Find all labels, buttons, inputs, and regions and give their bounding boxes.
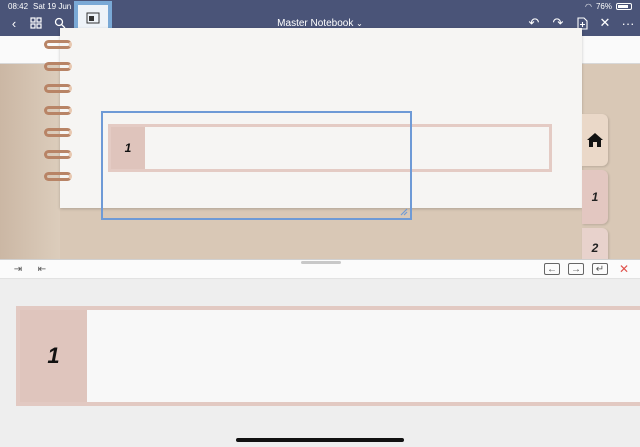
spiral-ring	[44, 106, 72, 115]
tab-1-label: 1	[591, 190, 599, 204]
zoom-window-frame[interactable]	[101, 111, 412, 220]
wifi-icon: ◠	[585, 2, 592, 11]
resize-handle-icon[interactable]	[398, 206, 408, 216]
status-date: Sat 19 Jun	[33, 2, 72, 11]
status-right: ◠ 76%	[585, 2, 632, 11]
tab-page-1[interactable]: 1	[582, 170, 608, 224]
back-chevron-icon[interactable]: ‹	[6, 15, 22, 31]
indent-decrease-icon[interactable]: ⇤	[34, 263, 50, 275]
zoom-row-number-label: 1	[20, 310, 87, 402]
spiral-ring	[44, 150, 72, 159]
spiral-ring	[44, 62, 72, 71]
spiral-ring	[44, 172, 72, 181]
more-icon[interactable]: ···	[620, 15, 636, 31]
battery-icon	[616, 3, 632, 10]
status-time: 08:42	[8, 2, 29, 11]
close-icon[interactable]: ✕	[597, 15, 613, 31]
tab-home[interactable]	[582, 114, 608, 166]
title-chevron-down-icon: ⌄	[356, 19, 363, 28]
indent-increase-icon[interactable]: ⇥	[10, 263, 26, 275]
close-zoom-icon[interactable]: ✕	[616, 262, 632, 276]
tab-2-label: 2	[591, 241, 599, 255]
home-indicator[interactable]	[236, 438, 404, 442]
home-icon	[587, 133, 603, 147]
spiral-ring	[44, 128, 72, 137]
spiral-binding	[44, 40, 74, 190]
new-line-icon[interactable]: ↵	[592, 263, 608, 275]
spiral-ring	[44, 84, 72, 93]
move-right-icon[interactable]: →	[568, 263, 584, 275]
thumbnails-grid-icon[interactable]	[28, 15, 44, 31]
spiral-ring	[44, 40, 72, 49]
move-left-icon[interactable]: ←	[544, 263, 560, 275]
zoom-page-number-row: 1	[16, 306, 640, 406]
zoom-panel-drag-handle[interactable]	[301, 261, 341, 264]
battery-percent: 76%	[595, 2, 612, 11]
